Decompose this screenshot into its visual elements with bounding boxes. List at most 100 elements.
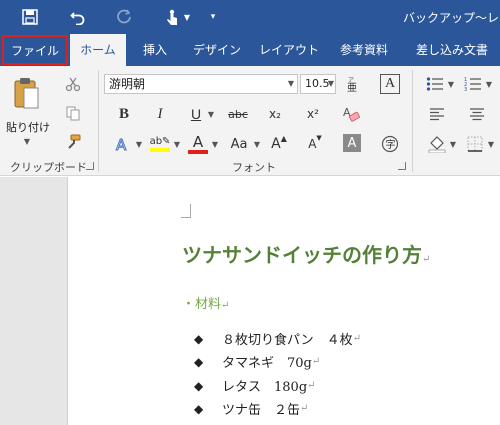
- group-separator: [412, 70, 413, 172]
- font-color-button[interactable]: A: [186, 132, 210, 156]
- font-family-combo[interactable]: 游明朝 ▼: [104, 74, 298, 94]
- clipboard-group-label: クリップボード: [10, 161, 87, 174]
- text-effects-dropdown-icon[interactable]: ▼: [134, 139, 144, 149]
- cut-icon[interactable]: [62, 74, 84, 94]
- change-case-button[interactable]: Aa: [226, 133, 252, 155]
- ingredients-subheading[interactable]: ・材料↵: [182, 293, 229, 312]
- tab-design[interactable]: デザイン: [186, 34, 248, 66]
- touch-mode-dropdown-icon[interactable]: ▼: [180, 5, 194, 29]
- shading-icon[interactable]: [426, 133, 448, 155]
- borders-icon[interactable]: [464, 133, 486, 155]
- paragraph-mark: ↵: [307, 380, 316, 391]
- tab-mailings[interactable]: 差し込み文書: [408, 34, 500, 66]
- font-family-dropdown-icon[interactable]: ▼: [288, 75, 294, 93]
- grow-font-label: A: [271, 136, 281, 152]
- highlight-dropdown-icon[interactable]: ▼: [172, 139, 182, 149]
- highlighter-icon: ab✎: [149, 136, 171, 147]
- enclosed-characters-icon[interactable]: 字: [380, 134, 400, 154]
- bullet-icon: ◆: [194, 401, 204, 416]
- tab-layout[interactable]: レイアウト: [252, 34, 326, 66]
- document-title: バックアップ～レシピ: [403, 11, 500, 25]
- strikethrough-button[interactable]: abc: [224, 103, 252, 125]
- bold-button[interactable]: B: [114, 103, 134, 125]
- clipboard-launcher-icon[interactable]: [86, 162, 94, 170]
- paste-icon[interactable]: [10, 74, 44, 114]
- document-left-margin: [0, 177, 68, 425]
- document-heading[interactable]: ツナサンドイッチの作り方↵: [182, 239, 430, 268]
- format-painter-icon[interactable]: [62, 132, 84, 152]
- paragraph-mark: ↵: [311, 356, 321, 367]
- copy-icon[interactable]: [62, 103, 84, 123]
- paragraph-mark: ↵: [352, 333, 362, 344]
- tab-home[interactable]: ホーム: [70, 34, 126, 66]
- paragraph-mark: ↵: [422, 254, 431, 265]
- list-item[interactable]: ◆ ８枚切り食パン ４枚 ↵: [194, 329, 362, 349]
- shading-dropdown-icon[interactable]: ▼: [448, 139, 458, 149]
- shrink-font-label: A: [308, 137, 317, 151]
- highlight-color-button[interactable]: ab✎: [148, 132, 172, 156]
- text-effects-icon[interactable]: A: [110, 133, 134, 155]
- italic-button[interactable]: I: [150, 103, 170, 125]
- save-icon[interactable]: [18, 5, 42, 29]
- shrink-arrow-icon: ▼: [316, 134, 322, 142]
- tab-file[interactable]: ファイル: [2, 35, 68, 65]
- numbering-dropdown-icon[interactable]: ▼: [484, 79, 494, 89]
- bullet-icon: ◆: [194, 354, 204, 369]
- redo-icon[interactable]: [112, 5, 136, 29]
- superscript-button[interactable]: x²: [302, 103, 324, 125]
- heading-text: ツナサンドイッチの作り方: [182, 243, 422, 267]
- phonetic-guide-icon[interactable]: ア亜: [343, 74, 363, 94]
- character-shading-icon[interactable]: A: [343, 134, 361, 152]
- svg-text:字: 字: [386, 138, 396, 151]
- list-item[interactable]: ◆ ツナ缶 ２缶 ↵: [194, 399, 309, 419]
- paragraph-mark: ↵: [300, 403, 309, 414]
- paste-button-label[interactable]: 貼り付け: [6, 119, 50, 135]
- ribbon: 貼り付け ▼ クリップボード 游明朝 ▼ 10.5 ▼ ア亜 A B I U ▼…: [0, 66, 500, 176]
- font-family-value: 游明朝: [109, 77, 146, 91]
- font-size-combo[interactable]: 10.5 ▼: [300, 74, 336, 94]
- undo-icon[interactable]: [66, 5, 90, 29]
- list-item[interactable]: ◆ レタス 180g ↵: [194, 376, 316, 396]
- subscript-button[interactable]: x₂: [264, 103, 286, 125]
- customize-toolbar-icon[interactable]: ▾: [206, 5, 220, 29]
- svg-text:3: 3: [464, 87, 467, 92]
- clear-formatting-icon[interactable]: A: [340, 103, 362, 125]
- character-border-icon[interactable]: A: [380, 74, 400, 94]
- group-separator: [98, 70, 99, 172]
- numbering-icon[interactable]: 123: [462, 74, 484, 94]
- font-color-letter-icon: A: [192, 133, 204, 151]
- font-size-value: 10.5: [305, 77, 330, 90]
- list-item[interactable]: ◆ タマネギ 70g ↵: [194, 352, 321, 372]
- shrink-font-button[interactable]: A ▼: [304, 133, 326, 155]
- align-center-icon[interactable]: [466, 104, 488, 124]
- font-color-swatch: [188, 150, 208, 154]
- font-size-dropdown-icon[interactable]: ▼: [328, 75, 334, 93]
- align-left-icon[interactable]: [426, 104, 448, 124]
- tab-insert[interactable]: 挿入: [130, 34, 180, 66]
- bullet-icon: ◆: [194, 331, 204, 346]
- svg-text:亜: 亜: [347, 83, 357, 92]
- underline-dropdown-icon[interactable]: ▼: [206, 109, 216, 119]
- document-page[interactable]: ツナサンドイッチの作り方↵ ・材料↵ ◆ ８枚切り食パン ４枚 ↵ ◆ タマネギ …: [69, 177, 500, 425]
- list-item-text: ツナ缶 ２缶: [222, 403, 301, 418]
- borders-dropdown-icon[interactable]: ▼: [486, 139, 496, 149]
- change-case-dropdown-icon[interactable]: ▼: [252, 139, 262, 149]
- ribbon-tab-bar: ファイル ホーム 挿入 デザイン レイアウト 参考資料 差し込み文書: [0, 34, 500, 66]
- list-item-text: タマネギ 70g: [222, 356, 312, 371]
- grow-arrow-icon: ▲: [280, 133, 287, 143]
- bullets-dropdown-icon[interactable]: ▼: [446, 79, 456, 89]
- bullet-icon: ◆: [194, 378, 204, 393]
- bullets-icon[interactable]: [424, 74, 446, 94]
- paragraph-mark: ↵: [221, 300, 230, 311]
- font-color-dropdown-icon[interactable]: ▼: [210, 139, 220, 149]
- list-item-text: ８枚切り食パン ４枚: [222, 333, 353, 348]
- title-bar: ▼ ▾ バックアップ～レシピ: [0, 0, 500, 34]
- subheading-text: ・材料: [182, 297, 222, 312]
- grow-font-button[interactable]: A ▲: [268, 133, 290, 155]
- font-launcher-icon[interactable]: [398, 162, 406, 170]
- page-corner-mark: [181, 204, 191, 218]
- underline-button[interactable]: U: [186, 103, 206, 125]
- svg-text:A: A: [116, 136, 127, 153]
- paste-dropdown-icon[interactable]: ▼: [22, 136, 32, 146]
- tab-references[interactable]: 参考資料: [330, 34, 398, 66]
